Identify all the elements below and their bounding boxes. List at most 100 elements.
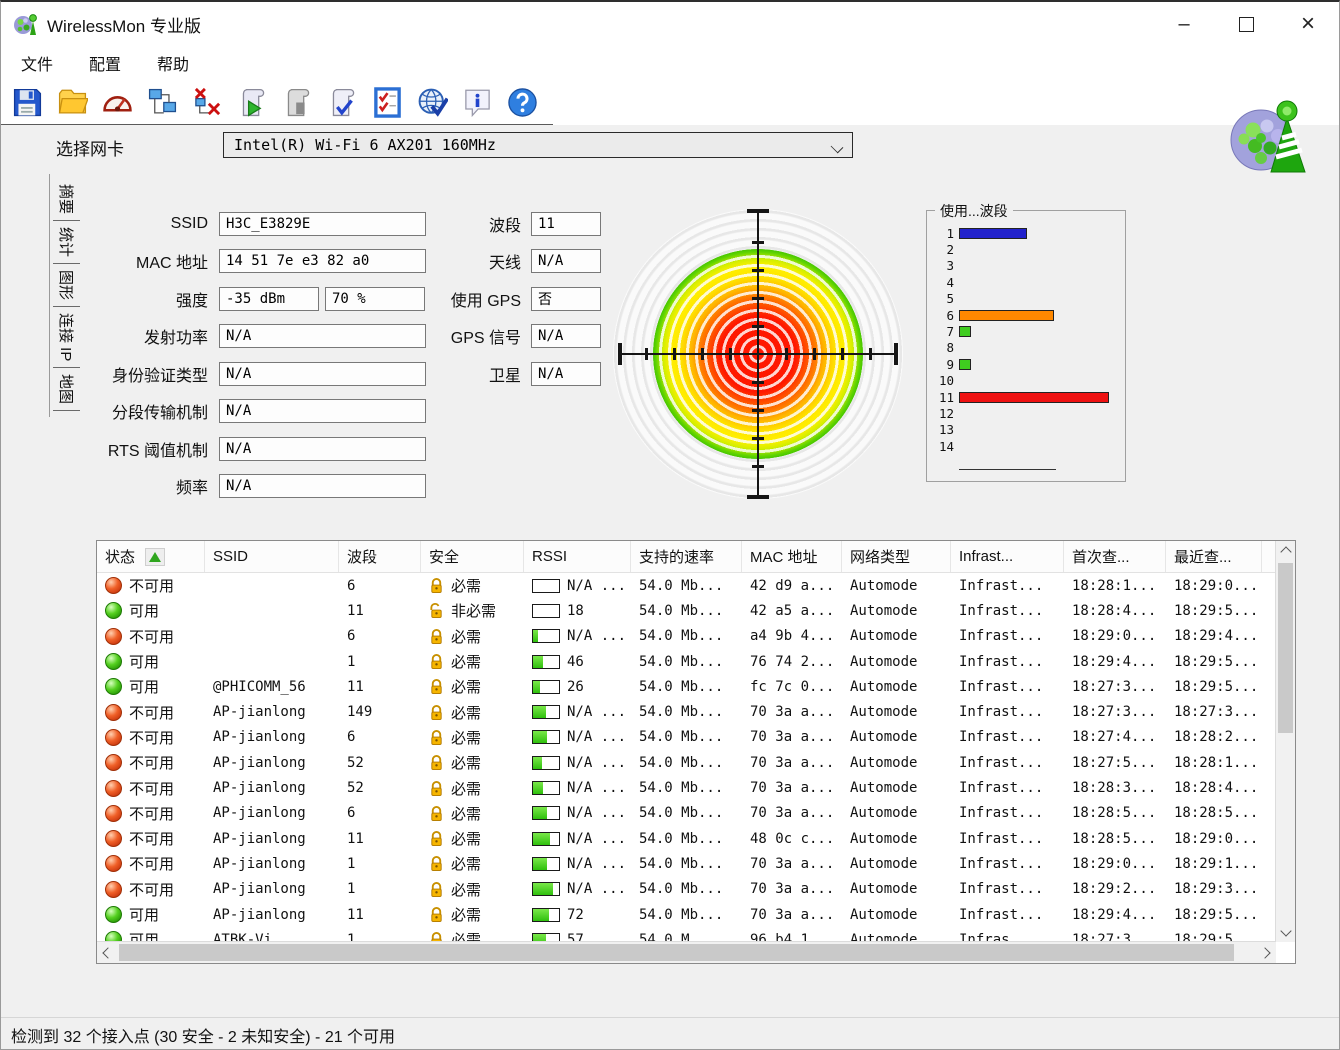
cell-nettype: Automode <box>850 805 918 822</box>
scroll-down-button[interactable] <box>1276 923 1295 939</box>
table-row[interactable]: 可用 11 非必需 18 54.0 Mb... 42 a5 a... Automode Inf… <box>97 598 1295 623</box>
channel-row: 8 <box>927 340 1125 356</box>
sidebar-tab-statistics[interactable]: 统计 <box>56 227 77 257</box>
table-row[interactable]: 不可用 AP-jianlong 52 必需 N/A ... 54.0 Mb... 70 3a… <box>97 750 1295 775</box>
field-channel: 波段 11 <box>429 205 601 243</box>
v-scrollbar[interactable] <box>1275 541 1295 942</box>
scroll-left-button[interactable] <box>100 942 116 963</box>
h-scrollbar[interactable] <box>97 941 1276 963</box>
column-header-channel[interactable]: 波段 <box>339 541 421 572</box>
sidebar-tab-map[interactable]: 地图 <box>56 374 77 404</box>
channel-bar <box>959 326 971 338</box>
h-scroll-thumb[interactable] <box>119 944 1234 961</box>
rssi-bar-fill <box>533 731 548 744</box>
channel-label: 2 <box>946 242 954 258</box>
network-disconnect-button[interactable] <box>187 83 227 121</box>
table-row[interactable]: 不可用 AP-jianlong 11 必需 N/A ... 54.0 Mb... 48 0c… <box>97 826 1295 851</box>
cell-infrastructure: Infrast... <box>959 729 1044 746</box>
table-row[interactable]: 不可用 AP-jianlong 149 必需 N/A ... 54.0 Mb... 70 3… <box>97 699 1295 724</box>
scroll-up-button[interactable] <box>1276 544 1295 560</box>
cell-rssi: N/A ... <box>524 831 631 847</box>
rssi-bar-icon <box>532 755 560 770</box>
adapter-select[interactable]: Intel(R) Wi-Fi 6 AX201 160MHz <box>223 132 853 158</box>
field-use-gps: 使用 GPS 否 <box>429 280 601 318</box>
column-header-label: 状态 <box>105 549 136 566</box>
column-header-ssid[interactable]: SSID <box>205 541 339 572</box>
cell-nettype: Automode <box>850 704 918 721</box>
table-header: 状态 SSID 波段 安全 RSSI 支持的速率 MAC 地址 网络类型 Infrast... 首… <box>97 541 1295 573</box>
cell-channel: 6 <box>347 805 356 822</box>
table-row[interactable]: 不可用 AP-jianlong 6 必需 N/A ... 54.0 Mb... 70 3a … <box>97 801 1295 826</box>
table-row[interactable]: 不可用 AP-jianlong 52 必需 N/A ... 54.0 Mb... 70 3a… <box>97 775 1295 800</box>
column-header-last_seen[interactable]: 最近查... <box>1166 541 1262 572</box>
channel-bar <box>959 391 1109 403</box>
cell-infrastructure: Infrast... <box>959 628 1044 645</box>
field-label-rts-threshold: RTS 阈值机制 <box>107 442 208 460</box>
table-row[interactable]: 可用 @PHICOMM_56 11 必需 26 54.0 Mb... fc 7c 0... A… <box>97 674 1295 699</box>
checklist-button[interactable] <box>367 83 407 121</box>
channel-label: 9 <box>946 356 954 372</box>
rssi-bar-fill <box>533 782 544 795</box>
channel-label: 14 <box>938 438 954 454</box>
tab-separator <box>53 263 80 265</box>
cell-status: 可用 <box>97 676 205 697</box>
table-row[interactable]: 不可用 AP-jianlong 1 必需 N/A ... 54.0 Mb... 70 3a … <box>97 851 1295 876</box>
log-verify-button[interactable] <box>322 83 362 121</box>
table-row[interactable]: 不可用 AP-jianlong 1 必需 N/A ... 54.0 Mb... 70 3a … <box>97 877 1295 902</box>
field-label-ssid: SSID <box>170 214 208 232</box>
channel-row: 7 <box>927 323 1125 339</box>
cell-mac: 42 d9 a... <box>750 577 835 594</box>
column-header-rate[interactable]: 支持的速率 <box>631 541 742 572</box>
menu-item-help[interactable]: 帮助 <box>153 51 203 75</box>
radar-tick <box>869 348 872 360</box>
info-icon <box>464 89 490 117</box>
scroll-right-button[interactable] <box>1257 942 1273 963</box>
lock-closed-icon <box>431 907 442 922</box>
open-folder-button[interactable] <box>52 83 92 121</box>
help-button[interactable] <box>502 83 542 121</box>
menu-item-file[interactable]: 文件 <box>17 51 67 75</box>
maximize-button[interactable] <box>1215 2 1277 46</box>
gauge-button[interactable] <box>97 83 137 121</box>
save-button[interactable] <box>7 83 47 121</box>
cell-rssi: 46 <box>524 654 631 670</box>
sidebar-tab-summary[interactable]: 摘要 <box>56 184 77 214</box>
cell-mac: 70 3a a... <box>750 906 835 923</box>
cell-infrastructure: Infrast... <box>959 830 1044 847</box>
column-header-nettype[interactable]: 网络类型 <box>842 541 951 572</box>
table-row[interactable]: 不可用 AP-jianlong 6 必需 N/A ... 54.0 Mb... 70 3a … <box>97 725 1295 750</box>
rssi-bar-fill <box>533 908 549 921</box>
radar-axis-cap <box>618 343 622 365</box>
network-button[interactable] <box>142 83 182 121</box>
table-row[interactable]: 不可用 6 必需 N/A ... 54.0 Mb... a4 9b 4... Automod… <box>97 624 1295 649</box>
column-header-infra[interactable]: Infrast... <box>951 541 1064 572</box>
status-available-icon <box>105 906 122 923</box>
table-row[interactable]: 可用 AP-jianlong 11 必需 72 54.0 Mb... 70 3a a... A… <box>97 902 1295 927</box>
v-scroll-thumb[interactable] <box>1278 563 1293 733</box>
rssi-bar-fill <box>533 706 546 719</box>
web-check-button[interactable] <box>412 83 452 121</box>
column-header-status[interactable]: 状态 <box>97 541 205 572</box>
sidebar-tab-ip-connections[interactable]: 连接 IP <box>56 313 77 361</box>
minimize-button[interactable]: – <box>1153 2 1215 46</box>
rssi-bar-icon <box>532 578 560 593</box>
cell-status: 可用 <box>97 904 205 925</box>
table-row[interactable]: 可用 1 必需 46 54.0 Mb... 76 74 2... Automode Infra… <box>97 649 1295 674</box>
log-start-button[interactable] <box>232 83 272 121</box>
close-button[interactable]: × <box>1277 2 1339 46</box>
cell-nettype: Automode <box>850 602 918 619</box>
wirelessmon-logo <box>1225 98 1309 179</box>
status-unavailable-icon <box>105 880 122 898</box>
rssi-bar-icon <box>532 806 560 821</box>
column-header-security[interactable]: 安全 <box>421 541 524 572</box>
column-header-first_seen[interactable]: 首次查... <box>1064 541 1166 572</box>
menu-item-config[interactable]: 配置 <box>85 51 135 75</box>
column-header-rssi[interactable]: RSSI <box>524 541 631 572</box>
sidebar-tab-graphs[interactable]: 图形 <box>56 270 77 300</box>
cell-ssid: AP-jianlong <box>213 780 306 797</box>
network-icon <box>148 88 176 113</box>
info-button[interactable] <box>457 83 497 121</box>
table-row[interactable]: 不可用 6 必需 N/A ... 54.0 Mb... 42 d9 a... Automod… <box>97 573 1295 598</box>
column-header-mac[interactable]: MAC 地址 <box>742 541 842 572</box>
log-stop-button[interactable] <box>277 83 317 121</box>
